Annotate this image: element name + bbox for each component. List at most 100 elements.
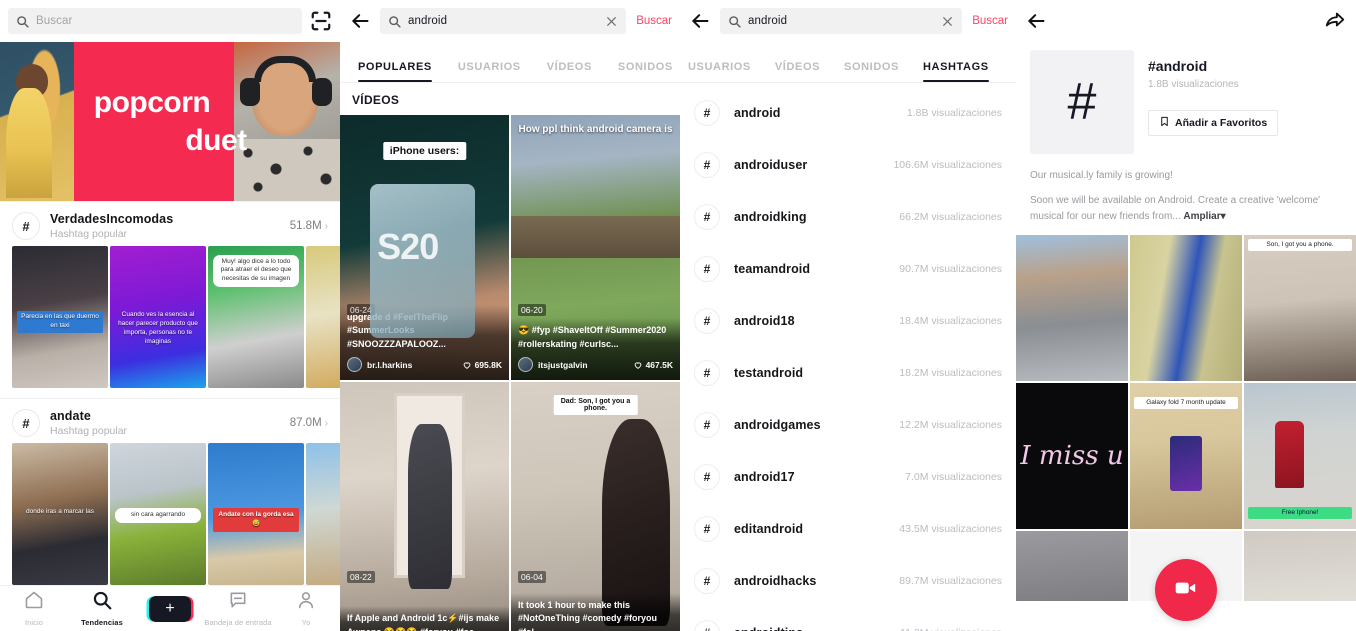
list-item[interactable]: # androiduser 106.6M visualizaciones [680,139,1016,191]
hash-icon: # [694,204,720,230]
hashtag-name: andate [50,409,91,423]
thumb-caption: donde iras a marcar las [26,508,94,516]
video-thumbnail[interactable]: Free Iphone! [1244,383,1356,529]
list-item[interactable]: # teamandroid 90.7M visualizaciones [680,243,1016,295]
panel1-topbar: Buscar [0,0,340,42]
video-thumbnail[interactable]: Cuando ves la esencia al hacer parecer p… [110,246,206,388]
video-meta: upgrade d #FeelTheFlip #SummerLooks #SNO… [340,304,509,380]
thumb-caption: I miss u [1020,441,1124,471]
video-thumbnail[interactable] [1016,531,1128,601]
tab-sonidos[interactable]: SONIDOS [844,61,899,82]
hashtag-header-row[interactable]: # VerdadesIncomodas Hashtag popular 51.8… [0,202,340,246]
list-item[interactable]: # androidtips 11.0M visualizaciones [680,607,1016,631]
hashtag-thumb-strip[interactable]: donde iras a marcar las sin cara agarran… [0,443,340,595]
back-arrow-icon[interactable] [1024,9,1048,33]
video-thumbnail[interactable] [1016,235,1128,381]
thumb-caption: Muy! algo dice a lo todo para atraer el … [213,254,299,287]
video-thumbnail[interactable] [1130,235,1242,381]
video-card[interactable]: S20 iPhone users: 06-24 upgrade d #FeelT… [340,115,509,380]
hashtag-thumb-strip[interactable]: Parecia en las que duermo en taxi Cuando… [0,246,340,398]
thumb-caption: Free Iphone! [1248,506,1352,519]
result-tabs[interactable]: POPULARES USUARIOS VÍDEOS SONIDOS [340,42,680,82]
result-tabs[interactable]: USUARIOS VÍDEOS SONIDOS HASHTAGS [680,42,1016,82]
video-thumbnail[interactable] [306,246,340,388]
video-likes-value: 695.8K [474,359,502,370]
close-icon[interactable] [941,15,954,28]
tab-usuarios[interactable]: USUARIOS [458,61,521,82]
search-input[interactable]: android [720,8,963,34]
nav-item-create[interactable]: + [136,595,204,622]
hashtag-views: 7.0M visualizaciones [905,471,1002,483]
list-item[interactable]: # editandroid 43.5M visualizaciones [680,503,1016,555]
hashtag-video-grid[interactable]: Son, I got you a phone. I miss u Galaxy … [1016,235,1356,601]
multi-phone-screenshot: Buscar popcorn duet # VerdadesIncomodas … [0,0,1356,631]
hash-icon: # [694,256,720,282]
scene-person [1275,420,1305,489]
video-results-grid[interactable]: S20 iPhone users: 06-24 upgrade d #FeelT… [340,115,680,631]
hash-icon: # [1030,50,1134,154]
tab-videos[interactable]: VÍDEOS [547,61,592,82]
search-input[interactable]: Buscar [8,8,302,34]
video-thumbnail[interactable]: Muy! algo dice a lo todo para atraer el … [208,246,304,388]
close-icon[interactable] [605,15,618,28]
hashtag-views-value: 87.0M [289,417,322,429]
banner-left-image [0,42,74,201]
hashtag-views: 106.6M visualizaciones [893,159,1002,171]
tab-videos[interactable]: VÍDEOS [775,61,820,82]
video-card[interactable]: 08-22 If Apple and Android 1c⚡#ijs make … [340,382,509,631]
list-item[interactable]: # android 1.8B visualizaciones [680,87,1016,139]
list-item[interactable]: # androidking 66.2M visualizaciones [680,191,1016,243]
video-top-caption: iPhone users: [382,141,467,160]
list-item[interactable]: # testandroid 18.2M visualizaciones [680,347,1016,399]
expand-button[interactable]: Ampliar▾ [1183,211,1225,222]
back-arrow-icon[interactable] [688,9,712,33]
hashtag-block[interactable]: # andate Hashtag popular 87.0M › donde i… [0,398,340,595]
video-thumbnail[interactable]: donde iras a marcar las [12,443,108,585]
nav-item-home[interactable]: Inicio [0,590,68,627]
video-thumbnail[interactable]: Galaxy fold 7 month update [1130,383,1242,529]
video-thumbnail[interactable]: I miss u [1016,383,1128,529]
video-thumbnail[interactable]: Parecia en las que duermo en taxi [12,246,108,388]
video-description: If Apple and Android 1c⚡#ijs make Awnaps… [347,613,500,631]
hashtag-header-row[interactable]: # andate Hashtag popular 87.0M › [0,399,340,443]
list-item[interactable]: # androidhacks 89.7M visualizaciones [680,555,1016,607]
nav-item-inbox[interactable]: Bandeja de entrada [204,590,272,627]
search-submit-button[interactable]: Buscar [970,15,1008,27]
promo-banner[interactable]: popcorn duet [0,42,340,201]
nav-item-profile[interactable]: Yo [272,590,340,627]
video-thumbnail[interactable] [1244,531,1356,601]
share-icon[interactable] [1324,9,1348,33]
hashtag-result-list[interactable]: # android 1.8B visualizaciones # android… [680,83,1016,631]
video-meta: If Apple and Android 1c⚡#ijs make Awnaps… [340,606,509,631]
page-title: #android [1148,58,1208,74]
video-card[interactable]: Dad: Son, I got you a phone. 06-04 It to… [511,382,680,631]
video-thumbnail[interactable]: sin cara agarrando [110,443,206,585]
list-item[interactable]: # android18 18.4M visualizaciones [680,295,1016,347]
back-arrow-icon[interactable] [348,9,372,33]
plus-icon[interactable]: + [149,595,191,622]
tab-populares[interactable]: POPULARES [358,61,432,82]
hash-icon: # [12,409,40,437]
video-card[interactable]: How ppl think android camera is 06-20 😎 … [511,115,680,380]
chevron-down-icon: ▾ [1220,211,1226,222]
add-to-favorites-button[interactable]: Añadir a Favoritos [1148,110,1279,136]
tab-usuarios[interactable]: USUARIOS [688,61,751,82]
hashtag-block[interactable]: # VerdadesIncomodas Hashtag popular 51.8… [0,201,340,398]
bottom-navigation[interactable]: Inicio Tendencias + Bandeja de entrada Y… [0,585,340,631]
search-submit-button[interactable]: Buscar [634,15,672,27]
tab-hashtags[interactable]: HASHTAGS [922,61,989,82]
scan-icon[interactable] [310,10,332,32]
bookmark-icon [1159,116,1170,130]
nav-item-discover[interactable]: Tendencias [68,590,136,627]
list-item[interactable]: # androidgames 12.2M visualizaciones [680,399,1016,451]
hashtag-views: 89.7M visualizaciones [899,575,1002,587]
video-thumbnail[interactable]: Son, I got you a phone. [1244,235,1356,381]
tab-sonidos[interactable]: SONIDOS [618,61,673,82]
hash-icon: # [694,516,720,542]
search-input[interactable]: android [380,8,627,34]
hashtag-name: androiduser [734,158,808,172]
record-button[interactable] [1155,559,1217,621]
video-thumbnail[interactable]: Andate con la gorda esa 😅 [208,443,304,585]
video-thumbnail[interactable] [306,443,340,585]
list-item[interactable]: # android17 7.0M visualizaciones [680,451,1016,503]
